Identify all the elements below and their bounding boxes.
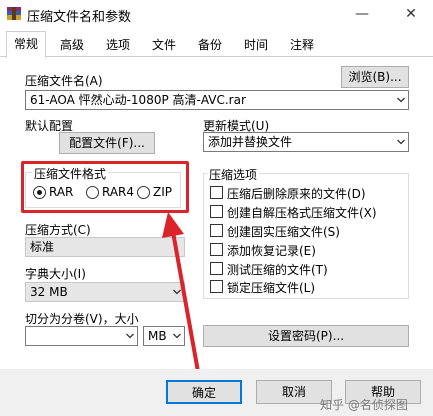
compression-options-label: 压缩选项 xyxy=(207,166,260,183)
browse-button[interactable]: 浏览(B)... xyxy=(341,66,409,88)
minimize-icon: — xyxy=(355,6,369,22)
archive-name-combobox[interactable]: 61-AOA 怦然心动-1080P 高清-AVC.rar xyxy=(25,90,409,110)
tab-general[interactable]: 常规 xyxy=(6,31,46,58)
tab-advanced[interactable]: 高级 xyxy=(54,34,90,57)
checkbox-lock-archive-label[interactable]: 锁定压缩文件(L) xyxy=(227,279,315,296)
compression-method-value: 标准 xyxy=(30,240,55,254)
window-title: 压缩文件名和参数 xyxy=(27,10,132,25)
archive-name-value: 61-AOA 怦然心动-1080P 高清-AVC.rar xyxy=(30,93,246,107)
chevron-down-icon[interactable] xyxy=(397,97,405,103)
highlight-box xyxy=(21,161,189,213)
minimize-button[interactable]: — xyxy=(340,0,384,28)
update-mode-combobox[interactable]: 添加并替换文件 xyxy=(203,132,409,152)
watermark-text: 知乎 @名侦探图 xyxy=(320,398,408,412)
tab-files[interactable]: 文件 xyxy=(146,34,182,57)
tab-backup[interactable]: 备份 xyxy=(192,34,228,57)
chevron-down-icon[interactable] xyxy=(126,333,134,339)
checkbox-sfx-label[interactable]: 创建自解压格式压缩文件(X) xyxy=(227,204,377,221)
close-button[interactable]: ✕ xyxy=(389,0,433,28)
tab-options[interactable]: 选项 xyxy=(100,34,136,57)
checkbox-test-archive-label[interactable]: 测试压缩的文件(T) xyxy=(227,261,328,278)
archive-name-label: 压缩文件名(A) xyxy=(25,74,103,88)
split-size-combobox[interactable] xyxy=(25,326,138,346)
set-password-button[interactable]: 设置密码(P)... xyxy=(203,325,409,347)
tab-time[interactable]: 时间 xyxy=(238,34,274,57)
chevron-down-icon[interactable] xyxy=(397,139,405,145)
compression-method-label: 压缩方式(C) xyxy=(25,223,91,237)
winrar-app-icon xyxy=(7,7,21,20)
checkbox-recovery-record-label[interactable]: 添加恢复记录(E) xyxy=(227,242,316,259)
checkbox-solid-label[interactable]: 创建固实压缩文件(S) xyxy=(227,223,340,240)
tab-comment[interactable]: 注释 xyxy=(284,34,320,57)
close-icon: ✕ xyxy=(405,6,417,22)
split-volumes-label: 切分为分卷(V)，大小 xyxy=(25,312,139,326)
dictionary-size-label: 字典大小(I) xyxy=(25,267,86,281)
profiles-button[interactable]: 配置文件(F)... xyxy=(59,132,155,154)
update-mode-value: 添加并替换文件 xyxy=(208,135,293,149)
checkbox-delete-after[interactable] xyxy=(210,186,223,199)
checkbox-delete-after-label[interactable]: 压缩后删除原来的文件(D) xyxy=(227,185,366,202)
ok-button[interactable]: 确定 xyxy=(166,380,242,404)
dictionary-size-value: 32 MB xyxy=(30,285,68,299)
